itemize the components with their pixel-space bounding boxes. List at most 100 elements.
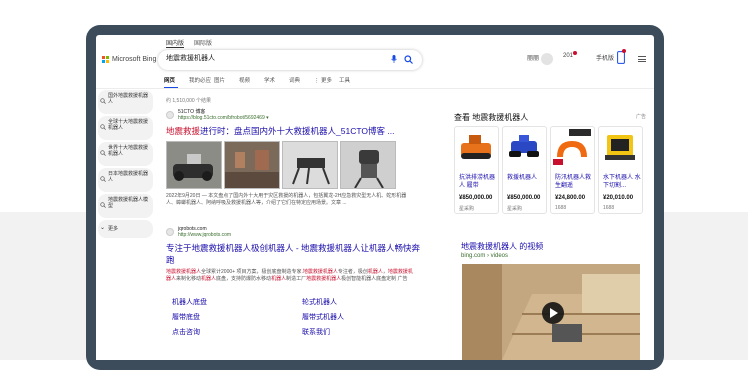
title-highlight: 地震救援 — [166, 126, 201, 136]
product-price: ¥24,800.00 — [555, 195, 586, 201]
product-shop: 1688 — [603, 205, 615, 211]
bing-logo[interactable]: Microsoft Bing — [102, 56, 156, 63]
sitelink-chassis[interactable]: 机器人底盘 — [172, 297, 207, 307]
search-result-1: 51CTO 博客 https://blog.51cto.com/bfrobot/… — [166, 109, 414, 207]
tab-web[interactable]: 网页 — [164, 76, 189, 84]
user-name[interactable]: 丽丽 — [527, 53, 539, 62]
favicon-icon — [166, 228, 174, 236]
product-price: ¥850,000.00 — [507, 195, 541, 201]
sitelink-wheeled-robot[interactable]: 轮式机器人 — [302, 297, 337, 307]
product-image — [503, 127, 546, 167]
sidebar-more[interactable]: ⌄ 更多 — [98, 220, 153, 238]
favicon-icon — [166, 111, 174, 119]
hamburger-menu-icon[interactable] — [638, 56, 646, 62]
sidebar-item-label: 地震救援机器人模型 — [108, 197, 149, 209]
sidebar-item-related-3[interactable]: 世界十大地震救援机器人 — [98, 142, 153, 166]
search-icon[interactable] — [404, 55, 413, 64]
result-snippet: 地震救援机器人全球累计2000+ 项目方案，极创底盘制造专家.地震救援机器人专注… — [166, 269, 414, 283]
microphone-icon[interactable] — [391, 55, 397, 63]
sitelink-track-chassis[interactable]: 履带底盘 — [172, 312, 200, 322]
tab-images[interactable]: 图片 — [214, 76, 239, 84]
robot-image-1[interactable] — [166, 141, 222, 189]
sidebar-item-related-5[interactable]: 地震救援机器人模型 — [98, 194, 153, 218]
search-icon — [100, 202, 106, 208]
snippet-highlight: 机器人 — [367, 269, 383, 275]
product-name: 救援机器人 — [507, 175, 538, 181]
sidebar-item-related-2[interactable]: 全球十大地震救援机器人 — [98, 116, 153, 140]
result-url[interactable]: https://blog.51cto.com/bfrobot/5692469 ▾ — [178, 115, 269, 121]
snippet-highlight: 机器人 — [201, 276, 217, 282]
sidebar-item-related-1[interactable]: 国外地震救援机器人 — [98, 90, 153, 114]
microsoft-logo-icon — [102, 56, 109, 63]
product-card[interactable]: 救援机器人 ¥850,000.00 星采购 — [502, 126, 547, 214]
search-box[interactable] — [158, 50, 422, 70]
tab-dictionary[interactable]: 词典 — [289, 76, 314, 84]
result-title-link[interactable]: 专注于地震救援机器人极创机器人 - 地震救援机器人让机器人畅快奔跑 — [166, 242, 424, 266]
product-card[interactable]: 水下机器人 水下切割... ¥20,010.00 1688 — [598, 126, 643, 214]
product-name: 水下机器人 水下切割... — [603, 175, 641, 189]
region-tabs: 国内版 国际版 — [166, 38, 212, 48]
tab-more[interactable]: ⋮ 更多 — [314, 76, 339, 84]
video-thumbnail[interactable] — [462, 264, 640, 360]
sitelink-contact[interactable]: 联系我们 — [302, 327, 330, 337]
shopping-cards: 抗洪排涝机器人 履带 ¥850,000.00 星采购 救援机器人 ¥850,00… — [454, 126, 643, 214]
mobile-version-link[interactable]: 手机版 — [596, 53, 614, 62]
product-shop: 星采购 — [507, 206, 523, 212]
chevron-down-icon: ⌄ — [100, 225, 106, 231]
product-name: 防汛机器人救生翻遥 — [555, 175, 592, 189]
tab-academic[interactable]: 学术 — [264, 76, 289, 84]
search-icon — [100, 124, 106, 130]
video-panel-title[interactable]: 地震救援机器人 的视频 — [461, 241, 543, 252]
sitelink-consult[interactable]: 点击咨询 — [172, 327, 200, 337]
search-input[interactable] — [166, 54, 376, 61]
vertical-tabs: 网页 我的必应 图片 视频 学术 词典 ⋮ 更多 工具 — [164, 76, 364, 84]
results-count: 约 1,510,000 个结果 — [166, 98, 212, 104]
product-card[interactable]: 抗洪排涝机器人 履带 ¥850,000.00 星采购 — [454, 126, 499, 214]
sidebar-item-label: 日本地震救援机器人 — [108, 171, 149, 183]
sidebar-item-related-4[interactable]: 日本地震救援机器人 — [98, 168, 153, 192]
product-card[interactable]: 防汛机器人救生翻遥 ¥24,800.00 1688 — [550, 126, 595, 214]
sidebar-item-label: 全球十大地震救援机器人 — [108, 119, 149, 131]
header-divider — [96, 88, 654, 89]
sitelink-tracked-robot[interactable]: 履带式机器人 — [302, 312, 344, 322]
logo-text: Microsoft Bing — [112, 56, 157, 63]
tab-international[interactable]: 国际版 — [194, 38, 212, 48]
sidebar-more-label: 更多 — [108, 226, 119, 232]
snippet-text: 全球累计2000+ 项目方案，极创底盘制造专家. — [201, 269, 303, 275]
result-snippet: 2022年9月20日 — 本文盘点了国内外十大用于灾区救援的机器人，包括翼龙-2… — [166, 193, 407, 206]
snippet-highlight: 地震救援机器人 — [166, 269, 202, 275]
rewards-badge — [573, 51, 577, 55]
tab-tools[interactable]: 工具 — [339, 76, 364, 84]
result-url[interactable]: http://www.jqrobots.com — [178, 232, 231, 238]
robot-image-3[interactable] — [282, 141, 338, 189]
search-icon — [100, 98, 106, 104]
search-icon — [100, 176, 106, 182]
robot-image-4[interactable] — [340, 141, 396, 189]
title-rest: 进行时：盘点国内外十大救援机器人_51CTO博客 ... — [200, 126, 395, 136]
product-price: ¥20,010.00 — [603, 195, 634, 201]
sidebar-item-label: 世界十大地震救援机器人 — [108, 145, 149, 157]
product-image — [599, 127, 642, 167]
tab-domestic[interactable]: 国内版 — [166, 38, 185, 48]
tab-my-bing[interactable]: 我的必应 — [189, 76, 214, 84]
shopping-panel-title[interactable]: 查看 地震救援机器人 — [454, 112, 528, 123]
ad-label: 广告 — [636, 114, 647, 120]
result-source: jqrobots.com http://www.jqrobots.com — [166, 226, 424, 238]
product-name: 抗洪排涝机器人 履带 — [459, 175, 496, 189]
product-shop: 星采购 — [459, 206, 475, 212]
snippet-text: 底盘，支持防爆防水移动 — [216, 276, 272, 282]
play-button-icon[interactable] — [542, 302, 564, 324]
avatar[interactable] — [541, 53, 553, 65]
snippet-text: 制造工厂 — [286, 276, 307, 282]
rewards-points[interactable]: 201 — [563, 53, 573, 59]
snippet-highlight: 地震救援机器人 — [302, 269, 338, 275]
robot-image-2[interactable] — [224, 141, 280, 189]
product-shop: 1688 — [555, 205, 567, 211]
product-image — [551, 127, 594, 167]
result-title-link[interactable]: 地震救援进行时：盘点国内外十大救援机器人_51CTO博客 ... — [166, 125, 414, 137]
snippet-highlight: 机器人 — [271, 276, 287, 282]
related-searches-sidebar: 国外地震救援机器人 全球十大地震救援机器人 世界十大地震救援机器人 日本地震救援… — [98, 90, 153, 240]
tab-videos[interactable]: 视频 — [239, 76, 264, 84]
browser-screen: 国内版 国际版 Microsoft Bing 丽丽 201 手机版 网页 我的必… — [96, 35, 654, 360]
result-source: 51CTO 博客 https://blog.51cto.com/bfrobot/… — [166, 109, 414, 121]
